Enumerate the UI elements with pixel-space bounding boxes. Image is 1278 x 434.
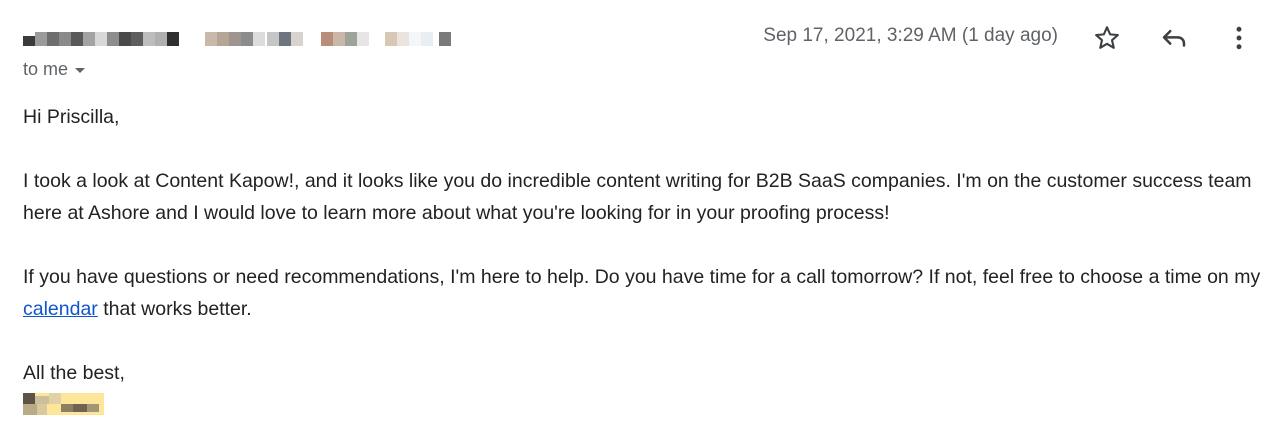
star-button[interactable] (1089, 20, 1125, 56)
star-outline-icon (1095, 26, 1119, 49)
paragraph-call-to-action: If you have questions or need recommenda… (23, 261, 1263, 325)
paragraph-text-end: that works better. (97, 298, 252, 320)
greeting: Hi Priscilla, (23, 106, 120, 128)
signature-redacted (23, 393, 104, 415)
email-header: to me Sep 17, 2021, 3:29 AM (1 day ago) (0, 0, 1278, 90)
calendar-link[interactable]: calendar (23, 298, 98, 320)
reply-button[interactable] (1156, 20, 1192, 56)
more-options-button[interactable] (1221, 20, 1257, 56)
caret-down-icon (75, 68, 86, 73)
recipient-label: to me (23, 59, 69, 79)
paragraph-text: If you have questions or need recommenda… (23, 266, 1261, 288)
closing: All the best, (23, 362, 125, 384)
message-body: Hi Priscilla, I took a look at Content K… (23, 101, 1263, 389)
more-vert-icon (1236, 26, 1242, 50)
reply-icon (1162, 29, 1186, 47)
recipient-details-toggle[interactable]: to me (23, 59, 86, 80)
message-date: Sep 17, 2021, 3:29 AM (1 day ago) (763, 25, 1058, 46)
paragraph-intro: I took a look at Content Kapow!, and it … (23, 170, 1252, 224)
